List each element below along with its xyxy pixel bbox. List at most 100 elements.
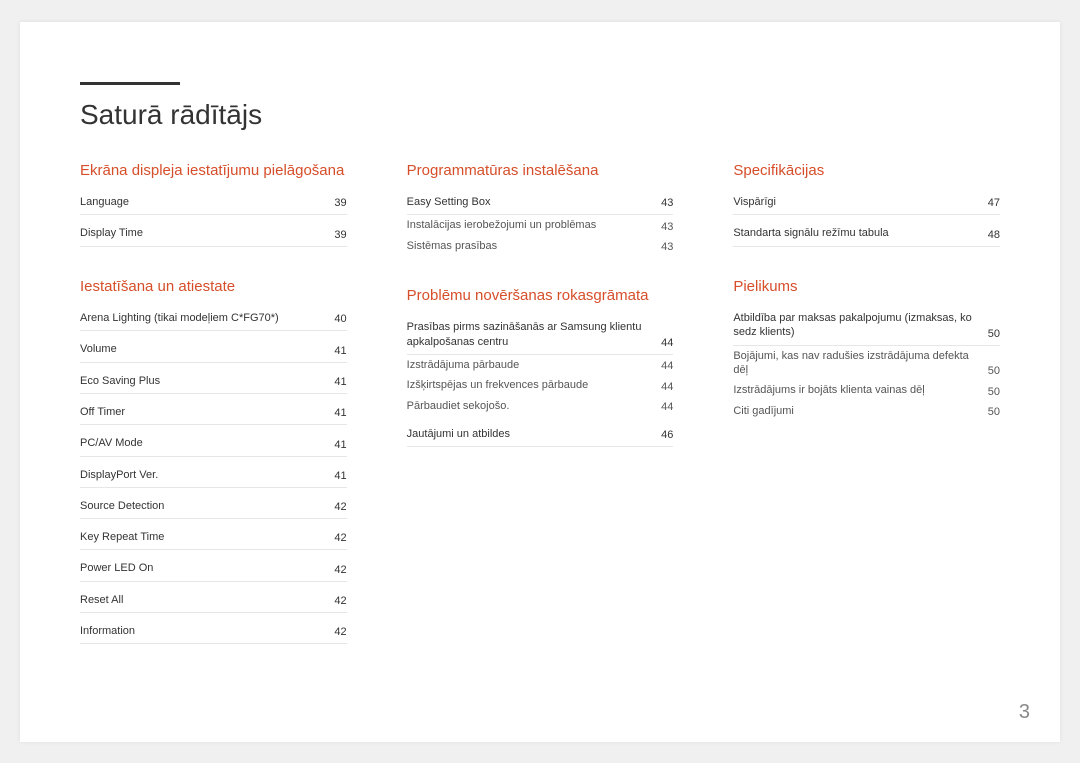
toc-entry[interactable]: DisplayPort Ver. 41 <box>80 463 347 488</box>
toc-entry[interactable]: Eco Saving Plus41 <box>80 369 347 394</box>
toc-entry-page: 41 <box>334 407 346 419</box>
toc-entry-group: Atbildība par maksas pakalpojumu (izmaks… <box>733 306 1000 421</box>
toc-entry[interactable]: Sistēmas prasības43 <box>407 236 674 256</box>
toc-entry-label: PC/AV Mode <box>80 436 143 450</box>
toc-entry[interactable]: Source Detection42 <box>80 494 347 519</box>
toc-entry[interactable]: Key Repeat Time42 <box>80 525 347 550</box>
toc-entry-group: PC/AV Mode 41 <box>80 431 347 456</box>
toc-entry[interactable]: Prasības pirms sazināšanās ar Samsung kl… <box>407 315 674 355</box>
toc-entry[interactable]: PC/AV Mode 41 <box>80 431 347 456</box>
toc-entry-label: Source Detection <box>80 499 164 513</box>
toc-section-title[interactable]: Programmatūras instalēšana <box>407 161 674 181</box>
toc-entry-label: Bojājumi, kas nav radušies izstrādājuma … <box>733 349 977 378</box>
toc-section-title[interactable]: Iestatīšana un atiestate <box>80 277 347 297</box>
toc-section-title[interactable]: Pielikums <box>733 277 1000 297</box>
toc-column: Ekrāna displeja iestatījumu pielāgošana L… <box>80 161 347 651</box>
toc-entry-group: Language39 <box>80 190 347 215</box>
toc-entry-label: Izstrādājums ir bojāts klienta vainas dē… <box>733 383 924 397</box>
toc-entry-label: Eco Saving Plus <box>80 374 160 388</box>
toc-section-title[interactable]: Specifikācijas <box>733 161 1000 181</box>
toc-entry-page: 43 <box>661 221 673 233</box>
toc-entry[interactable]: Power LED On 42 <box>80 556 347 581</box>
toc-entry-page: 42 <box>334 564 346 576</box>
toc-entry-group: Eco Saving Plus41 <box>80 369 347 394</box>
toc-section-title[interactable]: Problēmu novēršanas rokasgrāmata <box>407 286 674 306</box>
toc-entry-page: 46 <box>661 429 673 441</box>
toc-entry[interactable]: Citi gadījumi 50 <box>733 401 1000 421</box>
toc-section-title[interactable]: Ekrāna displeja iestatījumu pielāgošana <box>80 161 347 181</box>
toc-entry-group: Power LED On 42 <box>80 556 347 581</box>
toc-entry-group: Information 42 <box>80 619 347 644</box>
toc-entry-group: Easy Setting Box43Instalācijas ierobežoj… <box>407 190 674 256</box>
toc-entry-label: Vispārīgi <box>733 195 776 209</box>
toc-entry-label: Off Timer <box>80 405 125 419</box>
toc-entry-label: Citi gadījumi <box>733 404 794 418</box>
toc-entry-group: Jautājumi un atbildes46 <box>407 422 674 447</box>
toc-entry-group: Arena Lighting (tikai modeļiem C*FG70*) 4… <box>80 306 347 331</box>
toc-entry-page: 41 <box>334 470 346 482</box>
page-number: 3 <box>1019 701 1030 724</box>
toc-entry-label: Izšķirtspējas un frekvences pārbaude <box>407 378 589 392</box>
toc-entry[interactable]: Bojājumi, kas nav radušies izstrādājuma … <box>733 346 1000 381</box>
toc-entry-label: Key Repeat Time <box>80 530 164 544</box>
toc-entry-page: 41 <box>334 439 346 451</box>
toc-entry-group: Reset All42 <box>80 588 347 613</box>
toc-entry-page: 44 <box>661 401 673 413</box>
toc-entry[interactable]: Instalācijas ierobežojumi un problēmas 43 <box>407 215 674 235</box>
toc-entry-page: 50 <box>988 406 1000 418</box>
title-rule <box>80 82 180 85</box>
toc-entry-page: 50 <box>988 365 1000 377</box>
toc-entry-label: Izstrādājuma pārbaude <box>407 358 520 372</box>
toc-entry-group: Source Detection42 <box>80 494 347 519</box>
toc-entry-group: Vispārīgi 47 <box>733 190 1000 215</box>
toc-entry[interactable]: Display Time 39 <box>80 221 347 246</box>
toc-entry-page: 48 <box>988 229 1000 241</box>
toc-entry-page: 39 <box>334 229 346 241</box>
toc-entry-page: 47 <box>988 197 1000 209</box>
toc-entry[interactable]: Izšķirtspējas un frekvences pārbaude44 <box>407 375 674 395</box>
toc-entry-group: Display Time 39 <box>80 221 347 246</box>
toc-section: Programmatūras instalēšana Easy Setting B… <box>407 161 674 256</box>
toc-entry-group: Key Repeat Time42 <box>80 525 347 550</box>
toc-entry[interactable]: Standarta signālu režīmu tabula 48 <box>733 221 1000 246</box>
toc-column: Specifikācijas Vispārīgi 47 Standarta signā… <box>733 161 1000 651</box>
toc-entry[interactable]: Easy Setting Box43 <box>407 190 674 215</box>
toc-entry-label: Power LED On <box>80 561 153 575</box>
toc-section: Iestatīšana un atiestate Arena Lighting (… <box>80 277 347 645</box>
toc-columns: Ekrāna displeja iestatījumu pielāgošana L… <box>80 161 1000 651</box>
toc-entry-page: 44 <box>661 360 673 372</box>
toc-entry-group: DisplayPort Ver. 41 <box>80 463 347 488</box>
toc-entry-label: Display Time <box>80 226 143 240</box>
toc-entry-page: 42 <box>334 626 346 638</box>
toc-entry[interactable]: Jautājumi un atbildes46 <box>407 422 674 447</box>
toc-entry-label: Instalācijas ierobežojumi un problēmas <box>407 218 597 232</box>
toc-entry-label: Arena Lighting (tikai modeļiem C*FG70*) <box>80 311 279 325</box>
toc-entry[interactable]: Atbildība par maksas pakalpojumu (izmaks… <box>733 306 1000 346</box>
toc-entry-page: 50 <box>988 328 1000 340</box>
toc-entry-label: DisplayPort Ver. <box>80 468 158 482</box>
toc-entry-page: 50 <box>988 386 1000 398</box>
toc-entry[interactable]: Information 42 <box>80 619 347 644</box>
toc-section: Specifikācijas Vispārīgi 47 Standarta signā… <box>733 161 1000 247</box>
toc-entry[interactable]: Izstrādājuma pārbaude 44 <box>407 355 674 375</box>
toc-entry-page: 43 <box>661 197 673 209</box>
toc-section: Problēmu novēršanas rokasgrāmata Prasības… <box>407 286 674 447</box>
toc-entry-label: Reset All <box>80 593 123 607</box>
toc-entry-label: Pārbaudiet sekojošo. <box>407 399 510 413</box>
toc-entry-group: Volume41 <box>80 337 347 362</box>
toc-entry-group: Off Timer 41 <box>80 400 347 425</box>
toc-entry-label: Information <box>80 624 135 638</box>
toc-entry-label: Standarta signālu režīmu tabula <box>733 226 888 240</box>
toc-entry-page: 40 <box>334 313 346 325</box>
document-page: Saturā rādītājs Ekrāna displeja iestatīj… <box>20 22 1060 742</box>
toc-entry[interactable]: Off Timer 41 <box>80 400 347 425</box>
toc-entry[interactable]: Volume41 <box>80 337 347 362</box>
toc-entry[interactable]: Language39 <box>80 190 347 215</box>
toc-entry-page: 41 <box>334 345 346 357</box>
toc-entry[interactable]: Pārbaudiet sekojošo. 44 <box>407 396 674 416</box>
toc-entry[interactable]: Vispārīgi 47 <box>733 190 1000 215</box>
toc-entry[interactable]: Reset All42 <box>80 588 347 613</box>
toc-column: Programmatūras instalēšana Easy Setting B… <box>407 161 674 651</box>
toc-entry[interactable]: Izstrādājums ir bojāts klienta vainas dē… <box>733 380 1000 400</box>
toc-entry[interactable]: Arena Lighting (tikai modeļiem C*FG70*) 4… <box>80 306 347 331</box>
